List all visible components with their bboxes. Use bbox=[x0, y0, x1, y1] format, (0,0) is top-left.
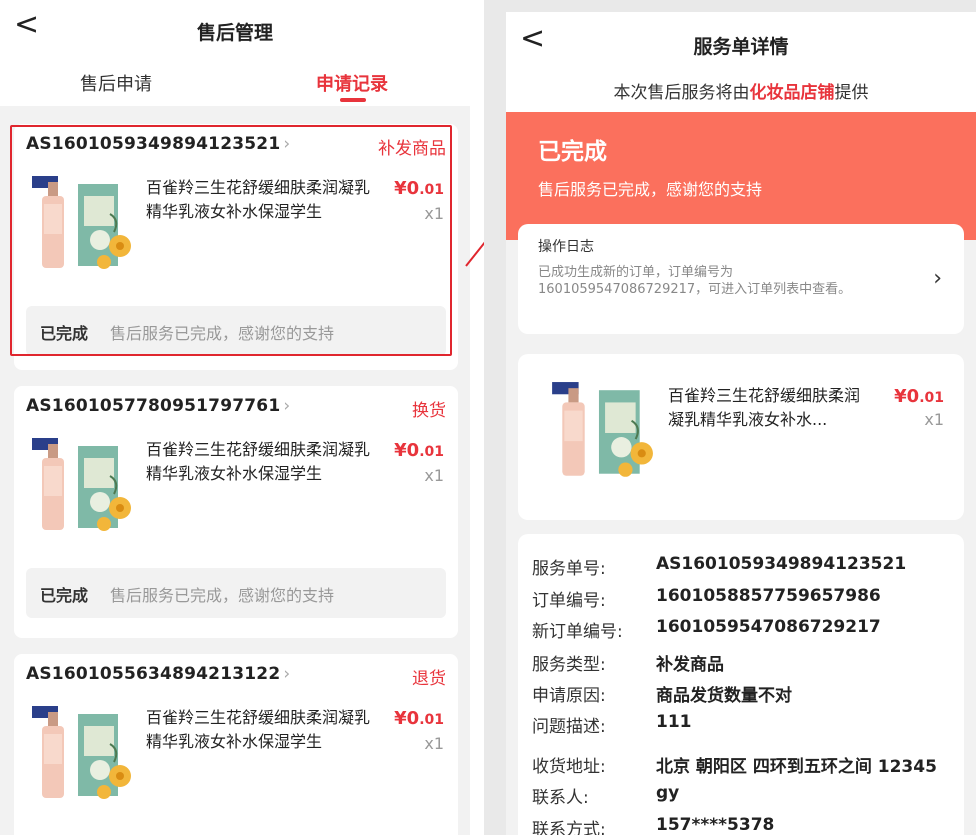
status-title: 已完成 bbox=[538, 139, 607, 165]
after-sales-card[interactable]: AS1601057780951797761 › 换货 百雀羚三生花舒缓细肤柔润凝乳… bbox=[14, 386, 458, 638]
shop-name[interactable]: 化妆品店铺 bbox=[750, 83, 835, 103]
product-price: ¥0.01 bbox=[394, 708, 444, 729]
active-tab-indicator bbox=[340, 98, 366, 102]
log-title: 操作日志 bbox=[538, 239, 594, 255]
product-price: ¥0.01 bbox=[394, 178, 444, 199]
product-name: 百雀羚三生花舒缓细肤柔润凝乳精华乳液女补水保湿学生 bbox=[146, 708, 371, 751]
status-desc: 售后服务已完成，感谢您的支持 bbox=[110, 586, 335, 605]
service-type-badge: 退货 bbox=[412, 669, 446, 689]
status-text: 已完成 bbox=[40, 324, 89, 343]
service-id: AS1601055634894213122 bbox=[26, 664, 281, 684]
service-info-card: 服务单号: AS1601059349894123521 订单编号: 16010588… bbox=[518, 534, 964, 835]
status-subtitle: 售后服务已完成，感谢您的支持 bbox=[538, 180, 763, 199]
header: < 服务单详情 本次售后服务将由化妆品店铺提供 bbox=[506, 12, 976, 112]
status-text: 已完成 bbox=[40, 586, 89, 605]
status-bar: 已完成 售后服务已完成，感谢您的支持 bbox=[26, 568, 446, 618]
product-image[interactable] bbox=[26, 704, 134, 810]
service-detail-panel: < 服务单详情 本次售后服务将由化妆品店铺提供 已完成 售后服务已完成，感谢您的… bbox=[506, 12, 976, 835]
header: < 售后管理 售后申请 申请记录 bbox=[0, 0, 470, 106]
product-qty: x1 bbox=[424, 204, 444, 223]
service-type-badge: 换货 bbox=[412, 401, 446, 421]
product-qty: x1 bbox=[424, 466, 444, 485]
service-id: AS1601057780951797761 bbox=[26, 396, 281, 416]
tab-apply[interactable]: 售后申请 bbox=[80, 70, 152, 96]
chevron-right-icon: › bbox=[283, 134, 291, 154]
product-name: 百雀羚三生花舒缓细肤柔润凝乳精华乳液女补水保湿学生 bbox=[146, 178, 371, 221]
status-desc: 售后服务已完成，感谢您的支持 bbox=[110, 324, 335, 343]
product-name: 百雀羚三生花舒缓细肤柔润凝乳精华乳液女补水... bbox=[668, 386, 861, 429]
provider-line: 本次售后服务将由化妆品店铺提供 bbox=[613, 83, 869, 103]
product-price: ¥0.01 bbox=[894, 386, 944, 407]
chevron-right-icon: › bbox=[933, 266, 942, 291]
after-sales-card[interactable]: AS1601059349894123521 › 补发商品 百雀羚三生花舒缓细肤柔润… bbox=[14, 124, 458, 370]
page-title: 服务单详情 bbox=[693, 36, 789, 58]
service-id-link[interactable]: AS1601055634894213122 › bbox=[26, 664, 290, 684]
service-type-badge: 补发商品 bbox=[378, 139, 446, 159]
tab-records[interactable]: 申请记录 bbox=[316, 70, 388, 96]
service-id-link[interactable]: AS1601059349894123521 › bbox=[26, 134, 290, 154]
product-qty: x1 bbox=[424, 734, 444, 753]
log-body: 已成功生成新的订单，订单编号为1601059547086729217，可进入订单… bbox=[538, 265, 852, 297]
service-id: AS1601059349894123521 bbox=[26, 134, 281, 154]
product-image[interactable] bbox=[26, 174, 134, 280]
operation-log-card[interactable]: 操作日志 已成功生成新的订单，订单编号为1601059547086729217，… bbox=[518, 224, 964, 334]
product-image[interactable] bbox=[26, 436, 134, 542]
status-banner: 已完成 售后服务已完成，感谢您的支持 bbox=[506, 112, 976, 240]
product-price: ¥0.01 bbox=[394, 440, 444, 461]
page-title: 售后管理 bbox=[196, 22, 273, 44]
chevron-right-icon: › bbox=[283, 396, 291, 416]
product-image bbox=[546, 380, 656, 488]
product-qty: x1 bbox=[924, 410, 944, 429]
status-bar: 已完成 售后服务已完成，感谢您的支持 bbox=[26, 306, 446, 356]
after-sales-list-panel: < 售后管理 售后申请 申请记录 AS1601059349894123521 › … bbox=[0, 0, 470, 835]
after-sales-card[interactable]: AS1601055634894213122 › 退货 百雀羚三生花舒缓细肤柔润凝乳… bbox=[14, 654, 458, 835]
service-id-link[interactable]: AS1601057780951797761 › bbox=[26, 396, 290, 416]
product-card[interactable]: 百雀羚三生花舒缓细肤柔润凝乳精华乳液女补水... ¥0.01 x1 bbox=[518, 354, 964, 520]
product-name: 百雀羚三生花舒缓细肤柔润凝乳精华乳液女补水保湿学生 bbox=[146, 440, 371, 483]
chevron-right-icon: › bbox=[283, 664, 291, 684]
